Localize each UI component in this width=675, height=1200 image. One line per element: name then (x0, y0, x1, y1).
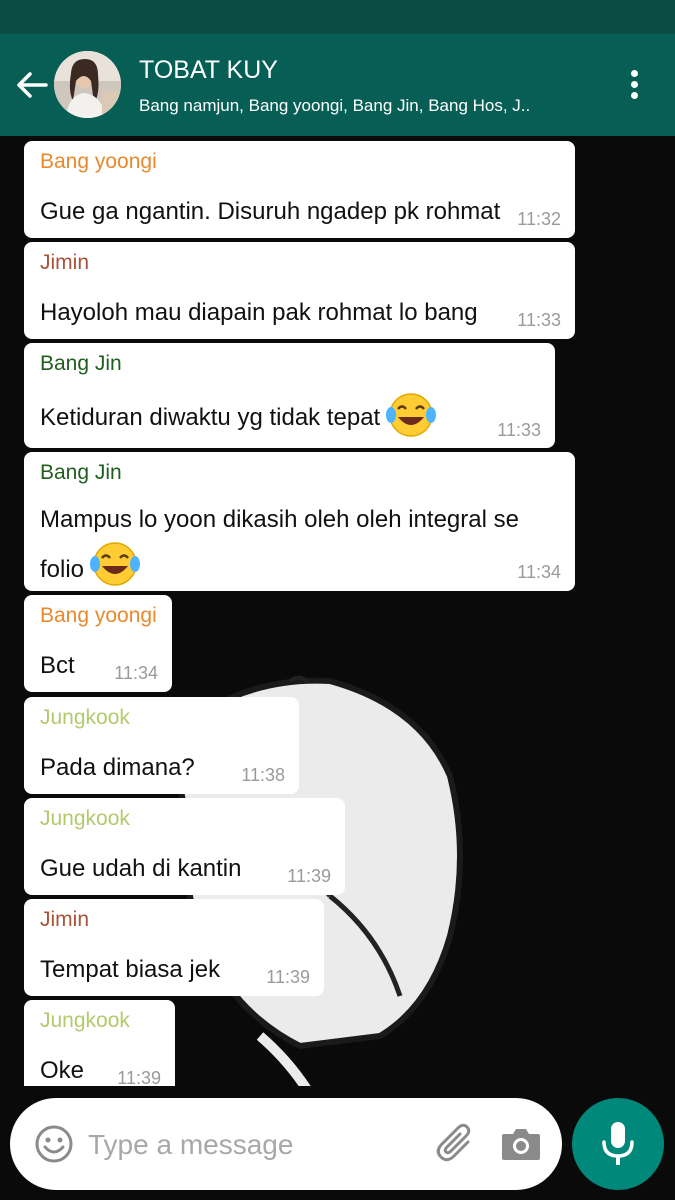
message-text: Hayoloh mau diapain pak rohmat lo bang (40, 299, 478, 326)
message-composer (10, 1098, 562, 1190)
message-time: 11:39 (266, 967, 310, 987)
message-sender: Jimin (40, 251, 90, 274)
message-text: Tempat biasa jek (40, 956, 221, 983)
camera-icon[interactable] (500, 1124, 542, 1164)
message-text-body: Ketiduran diwaktu yg tidak tepat (40, 403, 381, 431)
message-bubble[interactable]: Jimin Tempat biasa jek 11:39 (24, 899, 324, 996)
message-text: Bct (40, 652, 75, 679)
message-sender: Bang Jin (40, 461, 122, 484)
message-bubble[interactable]: Bang Jin Mampus lo yoon dikasih oleh ole… (24, 452, 575, 591)
message-list[interactable]: Bang yoongi Gue ga ngantin. Disuruh ngad… (0, 136, 675, 1086)
message-text: Mampus lo yoon dikasih oleh oleh integra… (40, 500, 560, 601)
message-text: Gue ga ngantin. Disuruh ngadep pk rohmat (40, 198, 501, 225)
message-sender: Bang yoongi (40, 604, 157, 627)
message-sender: Bang Jin (40, 352, 122, 375)
mic-icon[interactable] (572, 1098, 664, 1190)
message-bubble[interactable]: Jungkook Gue udah di kantin 11:39 (24, 798, 345, 895)
group-members[interactable]: Bang namjun, Bang yoongi, Bang Jin, Bang… (139, 96, 579, 116)
message-time: 11:33 (517, 310, 561, 330)
message-time: 11:34 (517, 562, 561, 582)
message-input[interactable] (86, 1118, 420, 1172)
message-sender: Jungkook (40, 706, 130, 729)
message-bubble[interactable]: Bang yoongi Gue ga ngantin. Disuruh ngad… (24, 141, 575, 238)
message-time: 11:38 (241, 765, 285, 785)
message-text: Ketiduran diwaktu yg tidak tepat (40, 391, 437, 446)
message-bubble[interactable]: Bang yoongi Bct 11:34 (24, 595, 172, 692)
message-text: Gue udah di kantin (40, 855, 242, 882)
status-bar (0, 0, 675, 34)
group-avatar[interactable] (54, 51, 121, 118)
attachment-icon[interactable] (434, 1122, 478, 1166)
face-with-tears-of-joy-icon (386, 391, 437, 446)
chat-header: TOBAT KUY Bang namjun, Bang yoongi, Bang… (0, 34, 675, 136)
more-options-icon[interactable] (620, 67, 648, 105)
message-sender: Jungkook (40, 1009, 130, 1032)
message-time: 11:34 (114, 663, 158, 683)
message-bubble[interactable]: Jungkook Oke 11:39 (24, 1000, 175, 1086)
message-time: 11:39 (117, 1068, 161, 1086)
message-sender: Bang yoongi (40, 150, 157, 173)
face-with-tears-of-joy-icon (90, 540, 141, 601)
emoji-icon[interactable] (34, 1124, 74, 1164)
message-time: 11:32 (517, 209, 561, 229)
message-text: Oke (40, 1057, 85, 1084)
message-bubble[interactable]: Bang Jin Ketiduran diwaktu yg tidak tepa… (24, 343, 555, 448)
message-sender: Jungkook (40, 807, 130, 830)
group-title[interactable]: TOBAT KUY (139, 56, 278, 85)
message-text: Pada dimana? (40, 754, 195, 781)
message-time: 11:33 (497, 420, 541, 440)
message-sender: Jimin (40, 908, 90, 931)
message-bubble[interactable]: Jungkook Pada dimana? 11:38 (24, 697, 299, 794)
message-time: 11:39 (287, 866, 331, 886)
message-bubble[interactable]: Jimin Hayoloh mau diapain pak rohmat lo … (24, 242, 575, 339)
back-arrow-icon[interactable] (14, 67, 50, 103)
